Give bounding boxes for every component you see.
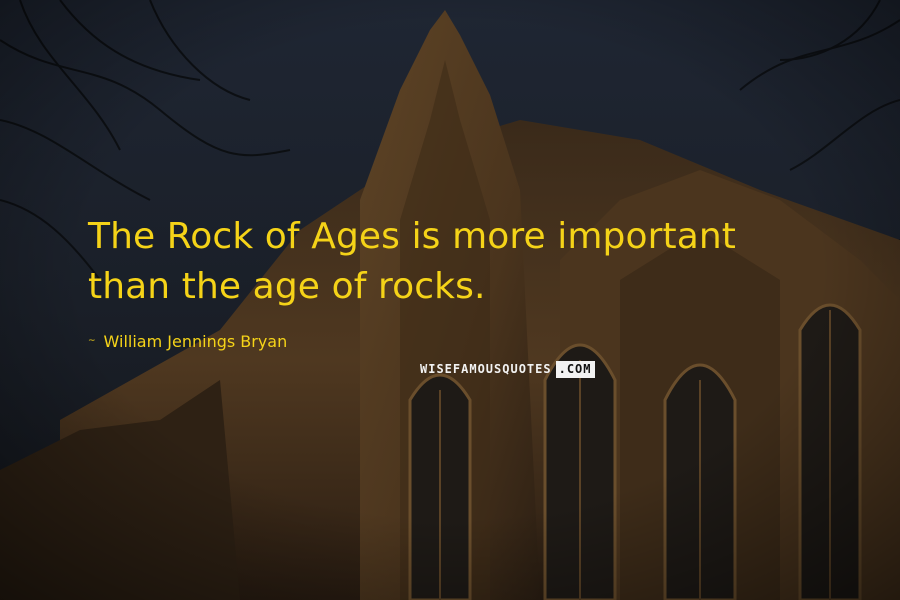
quote-card: The Rock of Ages is more important than … [0, 0, 900, 600]
watermark-logo: WISEFAMOUSQUOTES .COM [420, 361, 595, 378]
quote-line-2: than the age of rocks. [88, 266, 486, 307]
author-name: William Jennings Bryan [103, 331, 288, 351]
quote-line-1: The Rock of Ages is more important [88, 216, 737, 257]
watermark-suffix: .COM [555, 361, 595, 378]
quote-text: The Rock of Ages is more important than … [88, 212, 868, 312]
author-dash: ~ [88, 336, 96, 346]
author-attribution: ~ William Jennings Bryan [88, 330, 287, 352]
watermark-main: WISEFAMOUSQUOTES [420, 362, 552, 376]
